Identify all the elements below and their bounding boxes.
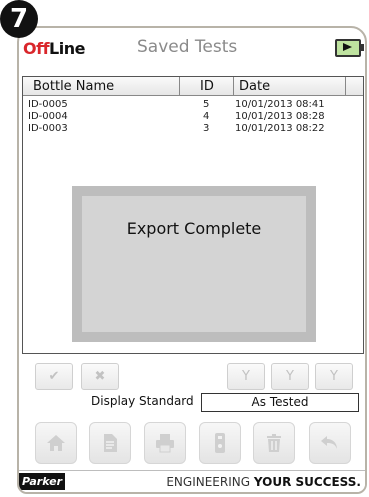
- home-icon[interactable]: [35, 422, 77, 464]
- logo-line: Line: [49, 39, 85, 58]
- dialog-body: Export Complete: [82, 196, 306, 332]
- document-icon[interactable]: [89, 422, 131, 464]
- table-row[interactable]: ID-0003 3 10/01/2013 08:22: [23, 123, 363, 135]
- tagline-bold: YOUR SUCCESS.: [253, 475, 361, 489]
- column-date[interactable]: Date: [239, 78, 270, 95]
- usb-drive-icon[interactable]: [199, 422, 241, 464]
- device-screen: OffLine Saved Tests Bottle Name ID Date …: [17, 26, 367, 494]
- filter-remove-icon[interactable]: Y: [271, 363, 309, 390]
- printer-icon[interactable]: [144, 422, 186, 464]
- offline-logo: OffLine: [23, 39, 85, 58]
- uncheck-all-icon[interactable]: ✖: [81, 363, 119, 390]
- cell-bottle-name: ID-0005: [28, 99, 68, 110]
- table-header: Bottle Name ID Date: [23, 77, 363, 96]
- cell-date: 10/01/2013 08:22: [235, 123, 325, 134]
- cell-id: 3: [203, 123, 210, 134]
- battery-charging-icon: [335, 39, 364, 57]
- filter-icon[interactable]: Y: [227, 363, 265, 390]
- dialog-message: Export Complete: [126, 219, 262, 238]
- parker-logo: Parker: [19, 473, 65, 490]
- header: OffLine Saved Tests: [19, 28, 365, 66]
- display-standard-field[interactable]: As Tested: [201, 393, 359, 412]
- cell-id: 4: [203, 111, 210, 122]
- filter-clear-icon[interactable]: Y: [315, 363, 353, 390]
- export-complete-dialog[interactable]: Export Complete: [72, 186, 316, 342]
- table-row[interactable]: ID-0004 4 10/01/2013 08:28: [23, 111, 363, 123]
- cell-bottle-name: ID-0003: [28, 123, 68, 134]
- logo-off: Off: [23, 39, 50, 58]
- cell-date: 10/01/2013 08:41: [235, 99, 325, 110]
- tagline-plain: ENGINEERING: [166, 475, 254, 489]
- table-row[interactable]: ID-0005 5 10/01/2013 08:41: [23, 99, 363, 111]
- column-id[interactable]: ID: [200, 78, 214, 95]
- cell-id: 5: [203, 99, 210, 110]
- page-title: Saved Tests: [137, 37, 238, 57]
- cell-bottle-name: ID-0004: [28, 111, 68, 122]
- footer: Parker ENGINEERING YOUR SUCCESS.: [19, 470, 365, 492]
- back-icon[interactable]: [309, 422, 351, 464]
- check-all-icon[interactable]: ✔: [35, 363, 73, 390]
- trash-icon[interactable]: [253, 422, 295, 464]
- step-number-badge: 7: [0, 0, 38, 38]
- column-bottle-name[interactable]: Bottle Name: [33, 78, 114, 95]
- cell-date: 10/01/2013 08:28: [235, 111, 325, 122]
- footer-tagline: ENGINEERING YOUR SUCCESS.: [166, 475, 361, 489]
- display-standard-label: Display Standard: [91, 394, 194, 408]
